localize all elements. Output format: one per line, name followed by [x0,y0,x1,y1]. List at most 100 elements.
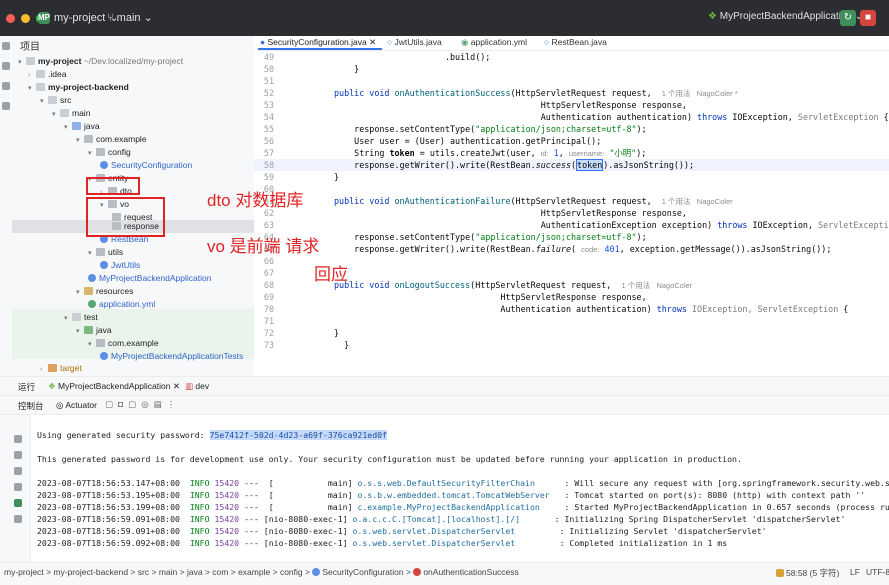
scroll-down-icon[interactable] [14,451,22,459]
run-toolbar: 控制台 ◎ Actuator ▢◘▢◎▤⋮ [0,396,889,415]
tree-item-java[interactable]: ▾ java [64,120,100,133]
tab-jwtutils[interactable]: ○ JwtUtils.java [387,37,442,47]
breadcrumb-item[interactable]: config [280,567,303,577]
cursor-position[interactable]: 58:58 (5 字符) [776,567,839,579]
code-editor[interactable]: ● SecurityConfiguration.java ✕ ○ JwtUtil… [254,36,889,376]
folder-icon [60,109,69,117]
tree-item-backend[interactable]: ▾ my-project-backend [28,81,129,94]
tree-item-target[interactable]: › target [40,362,82,375]
chevron-down-icon: ⌄ [143,12,153,24]
package-icon [96,248,105,256]
tree-item-test-com-example[interactable]: ▾ com.example [88,337,159,350]
code-line: 57 String token = utils.createJwt(user, … [263,148,647,158]
class-icon [100,352,108,360]
tab-restbean[interactable]: ○ RestBean.java [544,37,607,47]
actuator-icon: ◎ [56,400,64,410]
dev-tab[interactable]: ▥ dev [185,381,209,392]
soft-wrap-icon[interactable] [14,467,22,475]
code-line: 49 .build(); [263,52,491,62]
line-separator[interactable]: LF [850,567,860,577]
package-icon [96,339,105,347]
breadcrumb-item[interactable]: my-project [4,567,44,577]
tree-item-application-class[interactable]: MyProjectBackendApplication [88,272,211,285]
log-line: 2023-08-07T18:56:53.147+08:00 INFO 15420… [37,478,889,488]
breadcrumb-item[interactable]: java [187,567,203,577]
actuator-tab[interactable]: ◎ Actuator [56,400,97,411]
log-line: 2023-08-07T18:56:59.091+08:00 INFO 15420… [37,526,767,536]
class-icon [88,274,96,282]
class-icon [100,261,108,269]
folder-icon [84,326,93,334]
tree-item-idea[interactable]: › .idea [28,68,66,81]
folder-icon [84,287,93,295]
branch-name: main [116,12,141,24]
folder-icon [36,83,45,91]
tree-item-application-yml[interactable]: application.yml [88,298,155,311]
breadcrumb-item[interactable]: onAuthenticationSuccess [423,567,518,577]
vo-highlight-box [86,197,165,237]
code-line: 61 public void onAuthenticationFailure(Ht… [263,196,733,206]
run-config-name: MyProjectBackendApplication [719,11,853,22]
breadcrumb-item[interactable]: SecurityConfiguration [322,567,403,577]
tree-item-tests-class[interactable]: MyProjectBackendApplicationTests [100,350,243,363]
yaml-icon [88,300,96,308]
restart-icon[interactable] [14,499,22,507]
tree-item-utils[interactable]: ▾ utils [88,246,123,259]
tree-item-com-example[interactable]: ▾ com.example [76,133,147,146]
breadcrumb-item[interactable]: src [138,567,149,577]
breadcrumb-item[interactable]: main [159,567,177,577]
breadcrumb-item[interactable]: my-project-backend [53,567,128,577]
tree-item-resources[interactable]: ▾ resources [76,285,133,298]
tree-item-test[interactable]: ▾ test [64,311,98,324]
vo-annotation: vo 是前端 请求 [207,237,320,256]
log-line: 2023-08-07T18:56:59.091+08:00 INFO 15420… [37,514,846,524]
tree-item-test-java[interactable]: ▾ java [76,324,112,337]
code-line: 52 public void onAuthenticationSuccess(Ht… [263,88,738,98]
tab-securityconfiguration[interactable]: ● SecurityConfiguration.java ✕ [260,37,376,48]
code-line: 70 Authentication authentication) throws… [263,304,849,314]
vo-annotation-2: 回应 [314,265,348,284]
more-tools-icon[interactable] [2,102,10,110]
code-line: 51 [263,76,274,86]
rerun-button[interactable]: ↻ [840,10,856,26]
log-line: 2023-08-07T18:56:53.199+08:00 INFO 15420… [37,502,889,512]
code-line: 72} [263,328,340,338]
console-actions[interactable]: ▢◘▢◎▤⋮ [105,399,180,410]
tree-item-my-project[interactable]: ▾ my-project ~/Dev.localized/my-project [18,55,183,68]
tree-item-securityconfiguration[interactable]: SecurityConfiguration [100,159,192,172]
print-icon[interactable] [14,483,22,491]
branch-switcher[interactable]: ⑂ main ⌄ [107,11,153,24]
tab-application-yml[interactable]: ◉ application.yml [461,37,527,48]
code-line: 56 User user = (User) authentication.get… [263,136,602,146]
dto-annotation: dto 对数据库 [207,191,304,210]
run-tab[interactable]: ❖ MyProjectBackendApplication ✕ [48,381,180,392]
tree-item-config[interactable]: ▾ config [88,146,131,159]
minimize-window-icon[interactable] [21,14,30,23]
project-tool-icon[interactable] [2,42,10,50]
breadcrumb-item[interactable]: example [238,567,270,577]
dto-highlight-box [86,177,140,195]
editor-tabs: ● SecurityConfiguration.java ✕ ○ JwtUtil… [254,36,889,51]
folder-icon [48,364,57,372]
tree-item-jwtutils[interactable]: JwtUtils [100,259,140,272]
code-line: 65 response.getWriter().write(RestBean.f… [263,244,832,254]
title-bar: MP my-project ⌄ ⑂ main ⌄ ❖ MyProjectBack… [0,0,889,37]
code-line: 55 response.setContentType("application/… [263,124,647,134]
scroll-up-icon[interactable] [14,435,22,443]
structure-tool-icon[interactable] [2,82,10,90]
breadcrumb: my-project > my-project-backend > src > … [4,567,519,577]
code-line: 54 Authentication authentication) throws… [263,112,889,122]
tree-item-main[interactable]: ▾ main [52,107,90,120]
console-tab[interactable]: 控制台 [18,400,44,412]
warning-icon [776,569,784,577]
spring-icon: ❖ [708,11,717,22]
tree-item-src[interactable]: ▾ src [40,94,71,107]
breadcrumb-item[interactable]: com [212,567,228,577]
file-encoding[interactable]: UTF-8 [866,567,889,577]
code-line: 73 } [263,340,350,350]
stop-button[interactable]: ■ [860,10,876,26]
close-window-icon[interactable] [6,14,15,23]
delete-icon[interactable] [14,515,22,523]
password-line: Using generated security password: 75e74… [37,430,387,440]
commit-tool-icon[interactable] [2,62,10,70]
